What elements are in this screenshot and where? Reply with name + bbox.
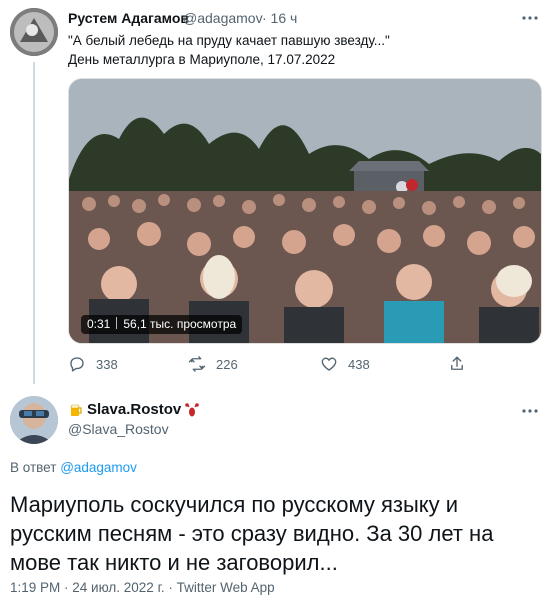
like-action[interactable]: 438 (320, 354, 370, 374)
tweet-text: "А белый лебедь на пруду качает павшую з… (68, 31, 390, 69)
video-frame-crowd (69, 79, 541, 343)
tweet-text-line1: "А белый лебедь на пруду качает павшую з… (68, 33, 390, 48)
author-avatar[interactable] (10, 8, 58, 56)
thread-line (33, 62, 35, 384)
like-count: 438 (348, 356, 370, 372)
video-player[interactable]: 0:31 56,1 тыс. просмотра (68, 78, 542, 344)
reply-author-handle[interactable]: @Slava_Rostov (68, 421, 169, 437)
avatar-image (10, 8, 58, 56)
reply-text: Мариуполь соскучился по русскому языку и… (10, 492, 494, 575)
reply-action[interactable]: 338 (68, 354, 118, 374)
tweet-time[interactable]: · 16 ч (262, 10, 297, 26)
reply-count: 338 (96, 356, 118, 372)
reply-more-options-icon[interactable] (520, 401, 540, 421)
reply-icon (68, 355, 86, 373)
reply-to-line: В ответ @adagamov (10, 460, 137, 475)
retweet-action[interactable]: 226 (188, 354, 238, 374)
reply-author-avatar[interactable] (10, 396, 58, 444)
reply-author-name-row[interactable]: Slava.Rostov (68, 401, 200, 418)
reply-to-mention[interactable]: @adagamov (60, 460, 137, 475)
reply-avatar-image (10, 396, 58, 444)
author-handle[interactable]: @adagamov (183, 10, 263, 26)
author-name[interactable]: Рустем Адагамов (68, 10, 189, 26)
video-views: 56,1 тыс. просмотра (123, 317, 237, 331)
tweet-text-line2: День металлурга в Мариуполе, 17.07.2022 (68, 52, 336, 67)
video-duration: 0:31 (87, 317, 111, 331)
reply-timestamp[interactable]: 1:19 PM · 24 июл. 2022 г. · Twitter Web … (10, 580, 275, 595)
badge-separator (116, 317, 118, 329)
retweet-icon (188, 355, 206, 373)
video-stats-badge: 0:31 56,1 тыс. просмотра (81, 315, 243, 334)
heart-icon (320, 355, 338, 373)
retweet-count: 226 (216, 356, 238, 372)
beer-icon (68, 402, 84, 418)
share-action[interactable] (448, 354, 466, 374)
reply-author-name: Slava.Rostov (87, 401, 182, 418)
share-icon (448, 355, 466, 373)
reply-to-prefix: В ответ (10, 460, 57, 475)
more-options-icon[interactable] (520, 8, 540, 28)
crayfish-icon (184, 402, 200, 418)
